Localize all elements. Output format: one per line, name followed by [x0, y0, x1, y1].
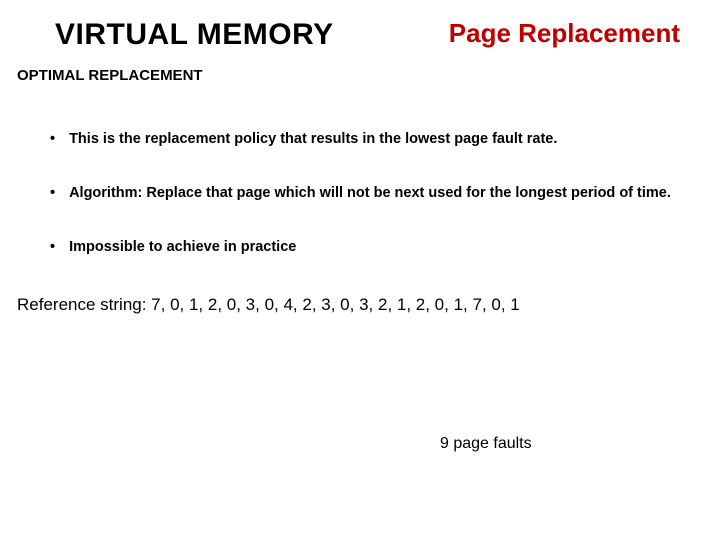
subtitle: OPTIMAL REPLACEMENT	[0, 52, 720, 84]
bullets-list: • This is the replacement policy that re…	[0, 84, 720, 258]
bullet-text: This is the replacement policy that resu…	[69, 129, 690, 151]
bullet-marker: •	[50, 129, 55, 151]
bullet-text: Impossible to achieve in practice	[69, 237, 690, 259]
bullet-item: • Impossible to achieve in practice	[50, 237, 690, 259]
bullet-item: • Algorithm: Replace that page which wil…	[50, 183, 690, 205]
title-right: Page Replacement	[449, 18, 690, 49]
page-faults: 9 page faults	[440, 435, 532, 453]
reference-string: Reference string: 7, 0, 1, 2, 0, 3, 0, 4…	[0, 290, 720, 315]
bullet-marker: •	[50, 237, 55, 259]
bullet-item: • This is the replacement policy that re…	[50, 129, 690, 151]
title-left: VIRTUAL MEMORY	[55, 18, 334, 52]
bullet-text: Algorithm: Replace that page which will …	[69, 183, 690, 205]
bullet-marker: •	[50, 183, 55, 205]
header: VIRTUAL MEMORY Page Replacement	[0, 0, 720, 52]
